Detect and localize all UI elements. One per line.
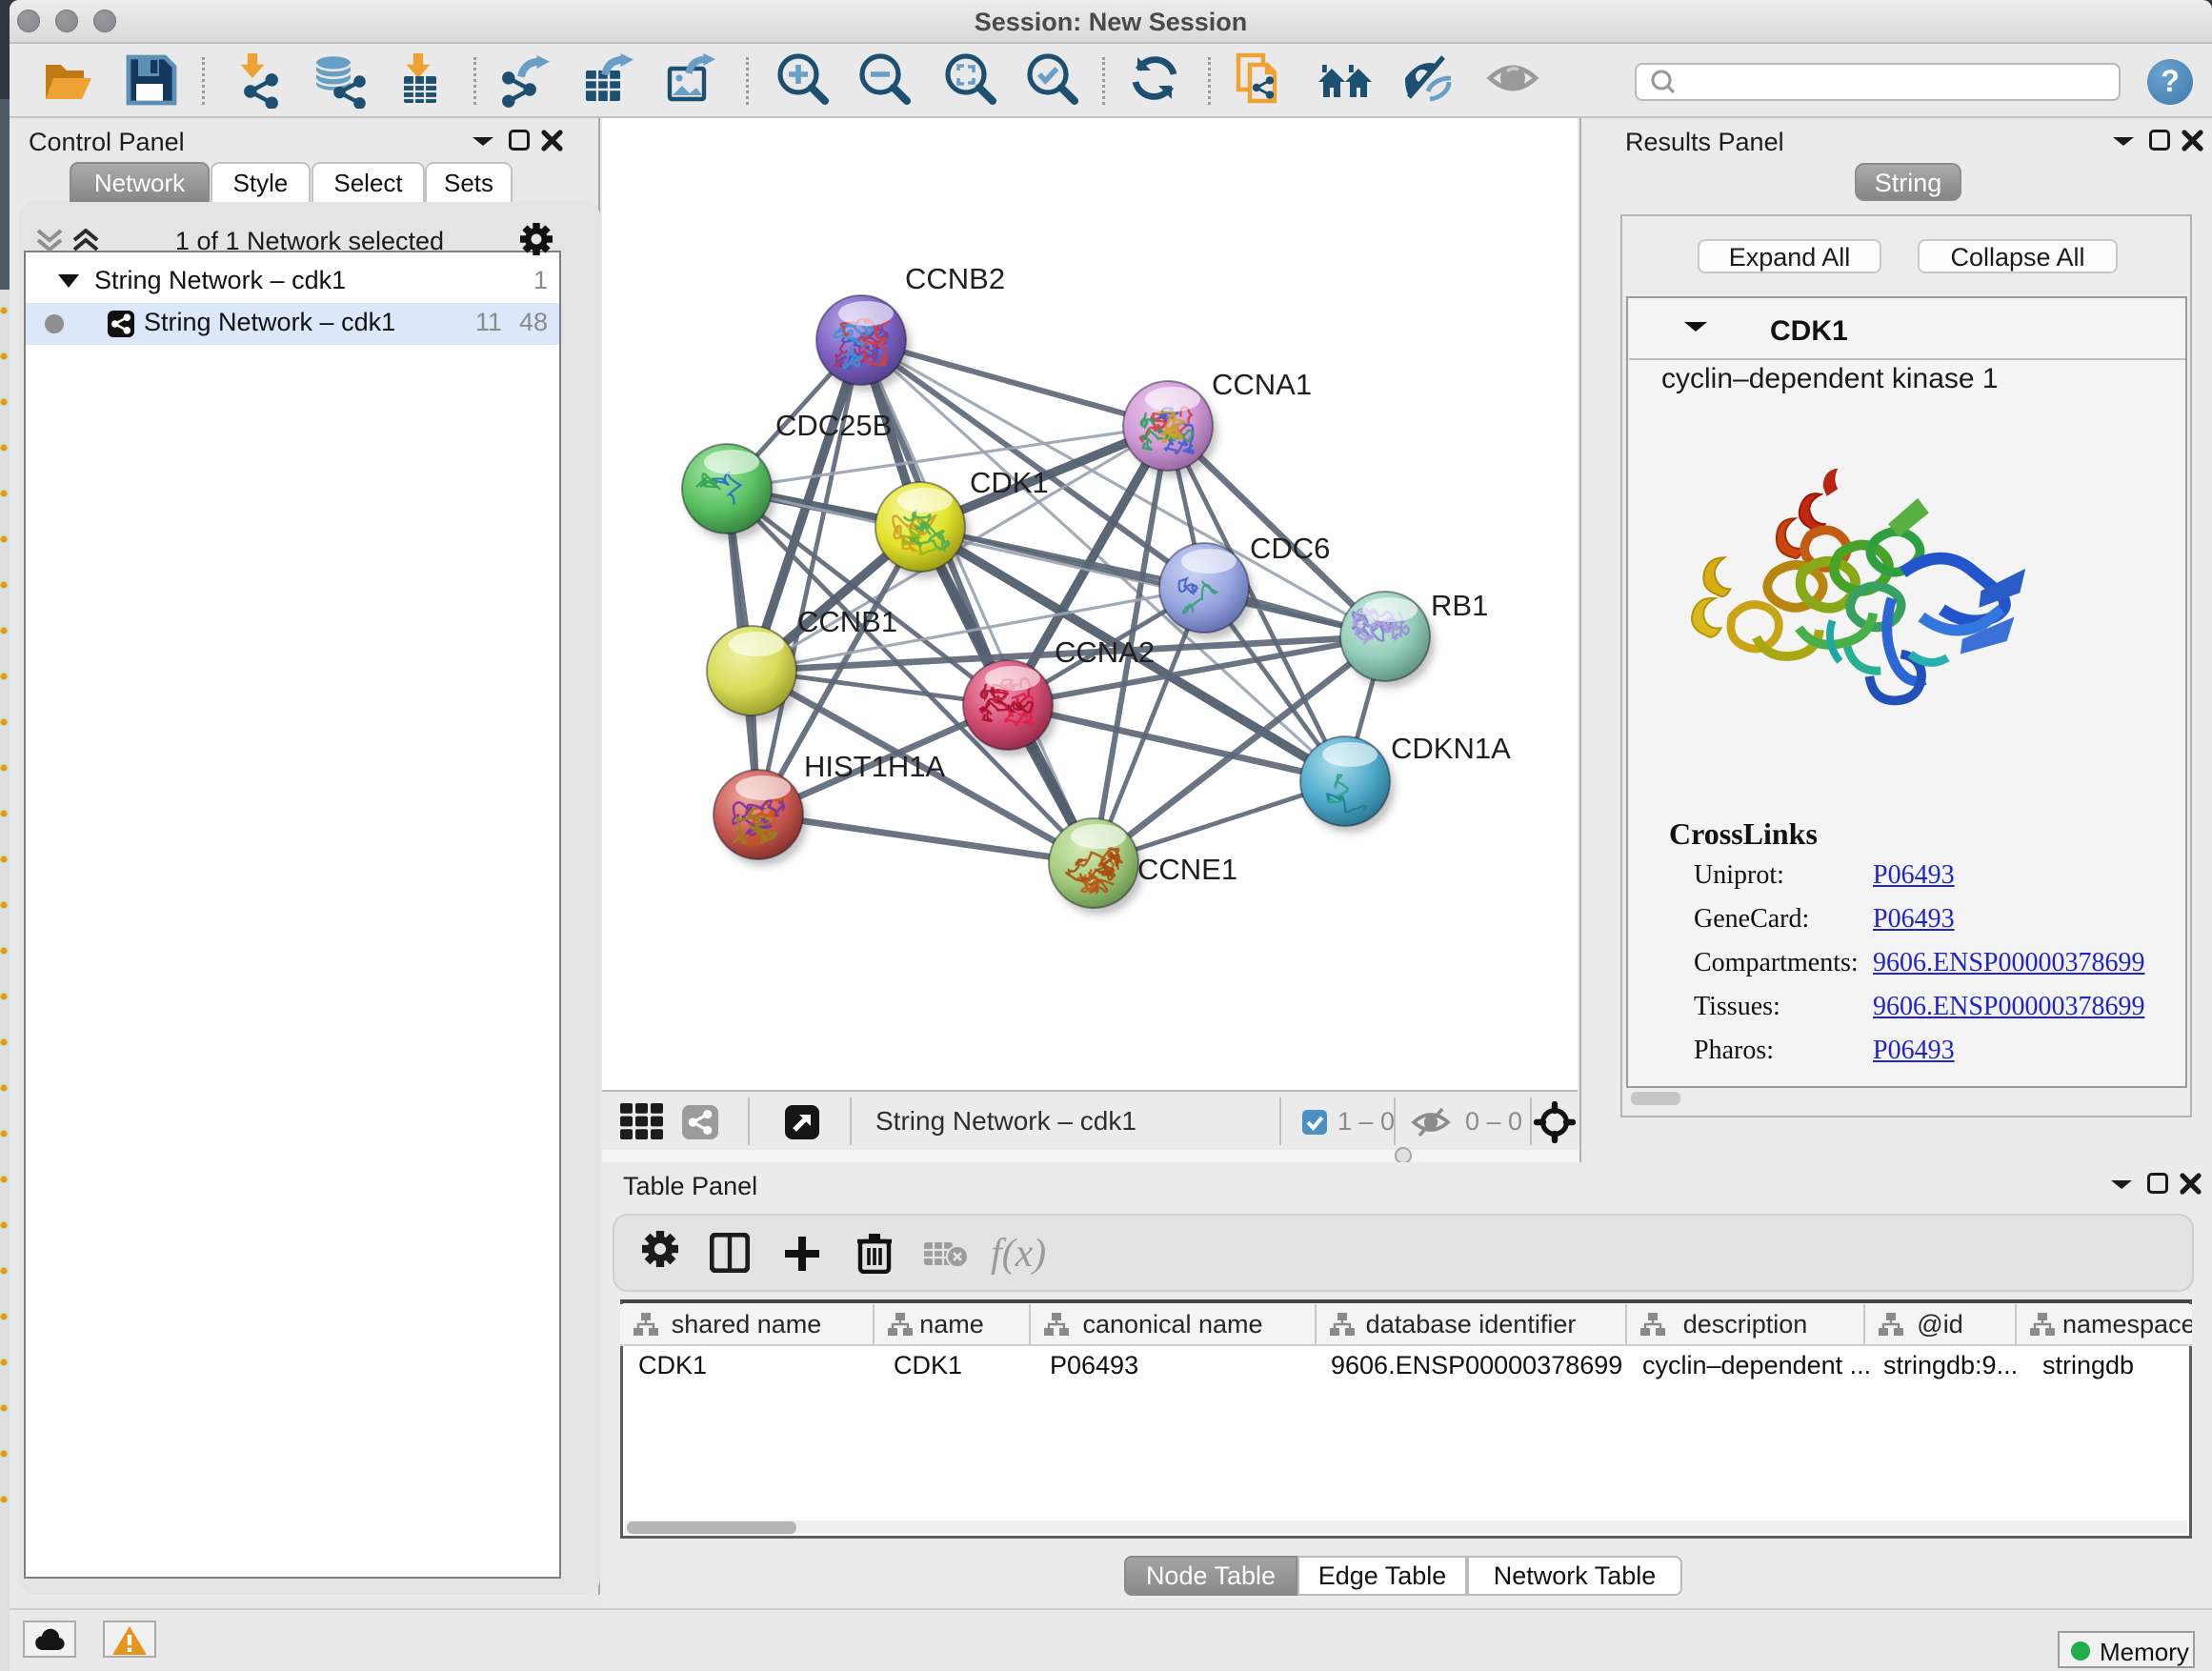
svg-text:CDC6: CDC6 [1250, 532, 1330, 565]
svg-text:CDK1: CDK1 [970, 466, 1049, 499]
svg-text:CCNA1: CCNA1 [1212, 368, 1312, 401]
svg-text:CDC25B: CDC25B [775, 409, 892, 442]
svg-text:CDKN1A: CDKN1A [1391, 732, 1511, 765]
svg-text:CCNA2: CCNA2 [1055, 635, 1155, 669]
svg-text:RB1: RB1 [1431, 589, 1488, 622]
svg-text:CCNB1: CCNB1 [797, 605, 897, 638]
svg-text:HIST1H1A: HIST1H1A [804, 750, 945, 783]
svg-text:CCNB2: CCNB2 [905, 262, 1005, 295]
svg-text:CCNE1: CCNE1 [1137, 853, 1237, 886]
